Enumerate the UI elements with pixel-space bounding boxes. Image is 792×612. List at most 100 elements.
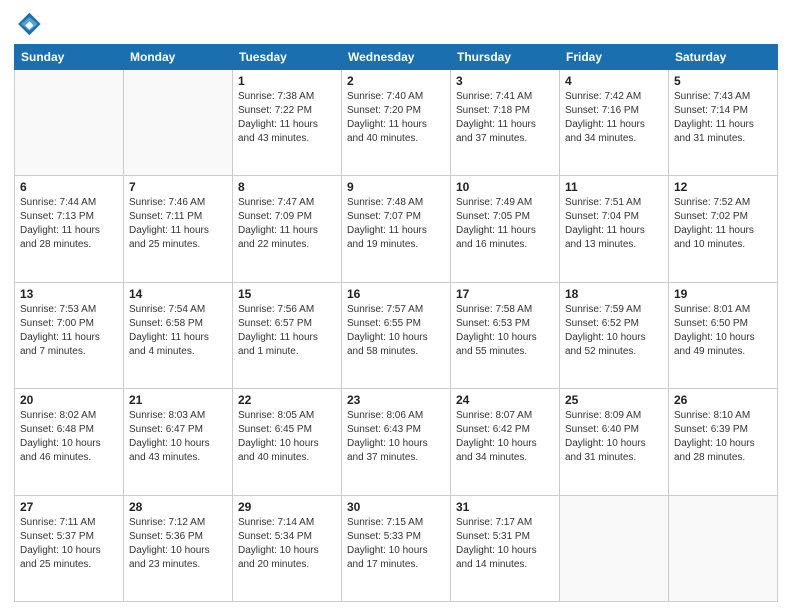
day-number: 22: [238, 393, 336, 407]
calendar-day-cell: 25 Sunrise: 8:09 AM Sunset: 6:40 PM Dayli…: [560, 389, 669, 495]
calendar-day-cell: 10Sunrise: 7:49 AM Sunset: 7:05 PM Dayli…: [451, 176, 560, 282]
day-number: 19: [674, 287, 772, 301]
calendar-day-cell: 20 Sunrise: 8:02 AM Sunset: 6:48 PM Dayli…: [15, 389, 124, 495]
day-number: 3: [456, 74, 554, 88]
day-number: 11: [565, 180, 663, 194]
calendar-day-cell: 24 Sunrise: 8:07 AM Sunset: 6:42 PM Dayli…: [451, 389, 560, 495]
day-info: Sunrise: 8:10 AM Sunset: 6:39 PM Dayligh…: [674, 409, 772, 465]
calendar-day-cell: 13 Sunrise: 7:53 AM Sunset: 7:00 PM Dayli…: [15, 282, 124, 388]
day-info: Sunrise: 7:48 AM Sunset: 7:07 PM Dayligh…: [347, 196, 445, 252]
calendar-day-cell: [124, 70, 233, 176]
day-of-week-header: Sunday: [15, 45, 124, 70]
day-info: Sunrise: 7:44 AM Sunset: 7:13 PM Dayligh…: [20, 196, 118, 252]
day-info: Sunrise: 7:14 AM Sunset: 5:34 PM Dayligh…: [238, 516, 336, 572]
day-number: 28: [129, 500, 227, 514]
calendar-day-cell: 14Sunrise: 7:54 AM Sunset: 6:58 PM Dayli…: [124, 282, 233, 388]
day-number: 27: [20, 500, 118, 514]
day-number: 23: [347, 393, 445, 407]
day-info: Sunrise: 7:40 AM Sunset: 7:20 PM Dayligh…: [347, 90, 445, 146]
calendar-day-cell: [15, 70, 124, 176]
calendar-week-row: 1 Sunrise: 7:38 AM Sunset: 7:22 PM Daylig…: [15, 70, 778, 176]
day-info: Sunrise: 7:56 AM Sunset: 6:57 PM Dayligh…: [238, 303, 336, 359]
day-info: Sunrise: 8:03 AM Sunset: 6:47 PM Dayligh…: [129, 409, 227, 465]
calendar-day-cell: 18 Sunrise: 7:59 AM Sunset: 6:52 PM Dayli…: [560, 282, 669, 388]
day-info: Sunrise: 7:11 AM Sunset: 5:37 PM Dayligh…: [20, 516, 118, 572]
calendar-day-cell: 7Sunrise: 7:46 AM Sunset: 7:11 PM Daylig…: [124, 176, 233, 282]
calendar-day-cell: 12 Sunrise: 7:52 AM Sunset: 7:02 PM Dayli…: [669, 176, 778, 282]
day-number: 24: [456, 393, 554, 407]
logo-icon: [14, 10, 42, 38]
calendar-day-cell: 30 Sunrise: 7:15 AM Sunset: 5:33 PM Dayli…: [342, 495, 451, 601]
day-of-week-header: Saturday: [669, 45, 778, 70]
day-info: Sunrise: 7:38 AM Sunset: 7:22 PM Dayligh…: [238, 90, 336, 146]
day-of-week-header: Friday: [560, 45, 669, 70]
calendar-day-cell: 23 Sunrise: 8:06 AM Sunset: 6:43 PM Dayli…: [342, 389, 451, 495]
day-number: 2: [347, 74, 445, 88]
page: SundayMondayTuesdayWednesdayThursdayFrid…: [0, 0, 792, 612]
day-info: Sunrise: 8:02 AM Sunset: 6:48 PM Dayligh…: [20, 409, 118, 465]
calendar-day-cell: 3 Sunrise: 7:41 AM Sunset: 7:18 PM Daylig…: [451, 70, 560, 176]
calendar-day-cell: 5 Sunrise: 7:43 AM Sunset: 7:14 PM Daylig…: [669, 70, 778, 176]
day-info: Sunrise: 8:05 AM Sunset: 6:45 PM Dayligh…: [238, 409, 336, 465]
calendar-day-cell: 9 Sunrise: 7:48 AM Sunset: 7:07 PM Daylig…: [342, 176, 451, 282]
day-of-week-header: Thursday: [451, 45, 560, 70]
day-number: 30: [347, 500, 445, 514]
day-number: 9: [347, 180, 445, 194]
calendar-week-row: 27 Sunrise: 7:11 AM Sunset: 5:37 PM Dayli…: [15, 495, 778, 601]
day-number: 12: [674, 180, 772, 194]
day-info: Sunrise: 7:51 AM Sunset: 7:04 PM Dayligh…: [565, 196, 663, 252]
calendar-day-cell: 15 Sunrise: 7:56 AM Sunset: 6:57 PM Dayli…: [233, 282, 342, 388]
calendar-day-cell: 27 Sunrise: 7:11 AM Sunset: 5:37 PM Dayli…: [15, 495, 124, 601]
day-number: 15: [238, 287, 336, 301]
day-number: 29: [238, 500, 336, 514]
calendar-day-cell: [669, 495, 778, 601]
calendar-day-cell: 6Sunrise: 7:44 AM Sunset: 7:13 PM Daylig…: [15, 176, 124, 282]
day-number: 21: [129, 393, 227, 407]
calendar-day-cell: 8 Sunrise: 7:47 AM Sunset: 7:09 PM Daylig…: [233, 176, 342, 282]
day-info: Sunrise: 7:54 AM Sunset: 6:58 PM Dayligh…: [129, 303, 227, 359]
day-info: Sunrise: 8:01 AM Sunset: 6:50 PM Dayligh…: [674, 303, 772, 359]
header: [14, 10, 778, 38]
calendar-day-cell: 21 Sunrise: 8:03 AM Sunset: 6:47 PM Dayli…: [124, 389, 233, 495]
day-info: Sunrise: 7:17 AM Sunset: 5:31 PM Dayligh…: [456, 516, 554, 572]
day-number: 20: [20, 393, 118, 407]
calendar-day-cell: 1 Sunrise: 7:38 AM Sunset: 7:22 PM Daylig…: [233, 70, 342, 176]
day-number: 25: [565, 393, 663, 407]
day-info: Sunrise: 7:57 AM Sunset: 6:55 PM Dayligh…: [347, 303, 445, 359]
day-info: Sunrise: 8:06 AM Sunset: 6:43 PM Dayligh…: [347, 409, 445, 465]
day-info: Sunrise: 7:58 AM Sunset: 6:53 PM Dayligh…: [456, 303, 554, 359]
day-info: Sunrise: 7:46 AM Sunset: 7:11 PM Dayligh…: [129, 196, 227, 252]
calendar-week-row: 13 Sunrise: 7:53 AM Sunset: 7:00 PM Dayli…: [15, 282, 778, 388]
calendar-day-cell: 16Sunrise: 7:57 AM Sunset: 6:55 PM Dayli…: [342, 282, 451, 388]
day-number: 1: [238, 74, 336, 88]
day-info: Sunrise: 7:47 AM Sunset: 7:09 PM Dayligh…: [238, 196, 336, 252]
day-info: Sunrise: 7:49 AM Sunset: 7:05 PM Dayligh…: [456, 196, 554, 252]
calendar-day-cell: 11 Sunrise: 7:51 AM Sunset: 7:04 PM Dayli…: [560, 176, 669, 282]
day-info: Sunrise: 7:53 AM Sunset: 7:00 PM Dayligh…: [20, 303, 118, 359]
calendar-table: SundayMondayTuesdayWednesdayThursdayFrid…: [14, 44, 778, 602]
day-info: Sunrise: 7:52 AM Sunset: 7:02 PM Dayligh…: [674, 196, 772, 252]
calendar-week-row: 20 Sunrise: 8:02 AM Sunset: 6:48 PM Dayli…: [15, 389, 778, 495]
day-info: Sunrise: 8:09 AM Sunset: 6:40 PM Dayligh…: [565, 409, 663, 465]
day-info: Sunrise: 7:43 AM Sunset: 7:14 PM Dayligh…: [674, 90, 772, 146]
day-info: Sunrise: 7:59 AM Sunset: 6:52 PM Dayligh…: [565, 303, 663, 359]
day-number: 13: [20, 287, 118, 301]
day-info: Sunrise: 7:15 AM Sunset: 5:33 PM Dayligh…: [347, 516, 445, 572]
day-number: 26: [674, 393, 772, 407]
day-of-week-header: Tuesday: [233, 45, 342, 70]
calendar-day-cell: 17Sunrise: 7:58 AM Sunset: 6:53 PM Dayli…: [451, 282, 560, 388]
day-info: Sunrise: 7:42 AM Sunset: 7:16 PM Dayligh…: [565, 90, 663, 146]
calendar-day-cell: 4 Sunrise: 7:42 AM Sunset: 7:16 PM Daylig…: [560, 70, 669, 176]
day-info: Sunrise: 7:41 AM Sunset: 7:18 PM Dayligh…: [456, 90, 554, 146]
day-info: Sunrise: 8:07 AM Sunset: 6:42 PM Dayligh…: [456, 409, 554, 465]
calendar-day-cell: 26 Sunrise: 8:10 AM Sunset: 6:39 PM Dayli…: [669, 389, 778, 495]
calendar-day-cell: [560, 495, 669, 601]
day-number: 5: [674, 74, 772, 88]
calendar-week-row: 6Sunrise: 7:44 AM Sunset: 7:13 PM Daylig…: [15, 176, 778, 282]
calendar-day-cell: 29 Sunrise: 7:14 AM Sunset: 5:34 PM Dayli…: [233, 495, 342, 601]
calendar-day-cell: 28Sunrise: 7:12 AM Sunset: 5:36 PM Dayli…: [124, 495, 233, 601]
day-number: 4: [565, 74, 663, 88]
day-of-week-header: Wednesday: [342, 45, 451, 70]
day-number: 18: [565, 287, 663, 301]
day-number: 8: [238, 180, 336, 194]
